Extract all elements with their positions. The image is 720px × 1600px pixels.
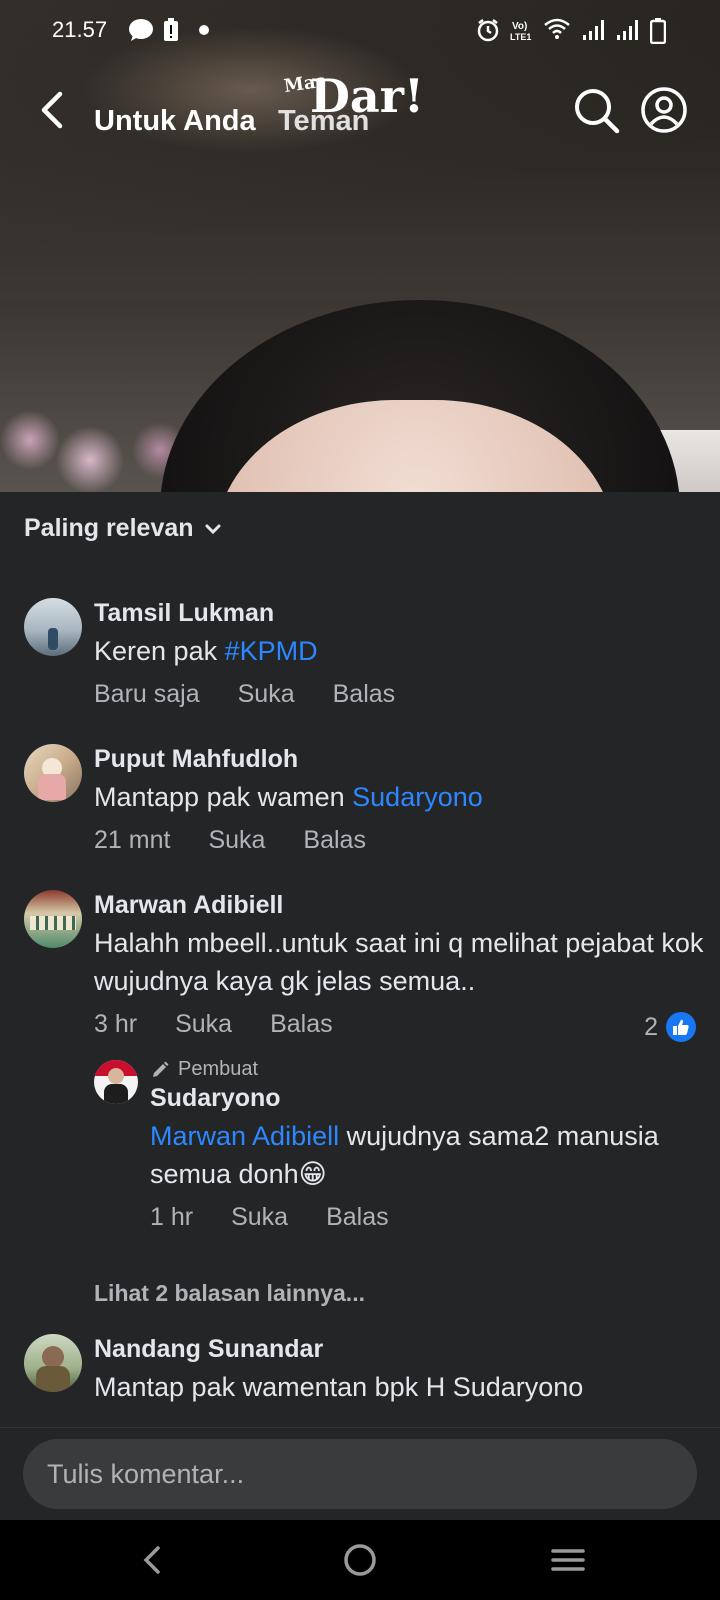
avatar[interactable] — [24, 1334, 82, 1392]
comment-meta: 1 hr Suka Balas — [150, 1203, 700, 1232]
hashtag-link[interactable]: #KPMD — [225, 636, 318, 666]
avatar[interactable] — [24, 744, 82, 802]
recents-nav-icon[interactable] — [548, 1540, 588, 1580]
comment-meta: 3 hr Suka Balas — [94, 1010, 704, 1039]
reaction-count[interactable]: 2 — [644, 1012, 696, 1042]
like-button[interactable]: Suka — [231, 1203, 288, 1232]
comment-time: 1 hr — [150, 1203, 194, 1231]
comment-text: Mantap pak wamentan bpk H Sudaryono — [94, 1372, 584, 1402]
status-time: 21.57 — [52, 17, 108, 42]
sort-label: Paling relevan — [24, 514, 194, 542]
avatar[interactable] — [24, 890, 82, 948]
masdar-watermark-logo: Mas Dar! — [283, 69, 425, 123]
search-button[interactable] — [572, 86, 622, 136]
volte-icon: Vo) LTE1 — [510, 21, 531, 42]
avatar[interactable] — [24, 598, 82, 656]
mention-link[interactable]: Sudaryono — [352, 782, 483, 812]
dot-icon — [199, 25, 209, 35]
like-reaction-icon — [666, 1012, 696, 1042]
reaction-number: 2 — [644, 1012, 658, 1041]
comment-input[interactable] — [23, 1439, 697, 1509]
battery-saver-icon — [164, 18, 178, 41]
system-nav-bar — [0, 1520, 720, 1600]
back-button[interactable] — [34, 88, 74, 132]
comment-author[interactable]: Tamsil Lukman — [94, 598, 704, 628]
like-button[interactable]: Suka — [175, 1010, 232, 1039]
comment-text-body: Mantapp pak wamen — [94, 782, 353, 812]
comment-text-body: Keren pak — [94, 636, 225, 666]
comment-author[interactable]: Puput Mahfudloh — [94, 744, 704, 774]
pencil-icon — [153, 1061, 169, 1077]
like-button[interactable]: Suka — [238, 680, 295, 709]
comment-time: Baru saja — [94, 680, 200, 708]
comment-meta: 21 mnt Suka Balas — [94, 826, 704, 855]
profile-button[interactable] — [640, 86, 688, 134]
message-icon — [129, 19, 153, 41]
reply-button[interactable]: Balas — [333, 680, 396, 709]
comment-text: Marwan Adibiell wujudnya sama2 manusia s… — [150, 1117, 700, 1193]
reply-button[interactable]: Balas — [303, 826, 366, 855]
comment-text: Keren pak #KPMD — [94, 632, 704, 670]
like-button[interactable]: Suka — [208, 826, 265, 855]
svg-text:Dar!: Dar! — [310, 69, 424, 123]
status-bar: 21.57 Vo) LTE1 — [0, 0, 720, 60]
comment-text: Mantapp pak wamen Sudaryono — [94, 778, 704, 816]
comment-time: 3 hr — [94, 1010, 138, 1038]
comment-time: 21 mnt — [94, 826, 171, 854]
grin-emoji: 😁 — [298, 1159, 327, 1189]
svg-text:Vo): Vo) — [512, 21, 527, 32]
comment-author[interactable]: Nandang Sunandar — [94, 1334, 704, 1364]
avatar[interactable] — [94, 1060, 138, 1104]
author-badge: Pembuat — [150, 1058, 700, 1081]
alarm-icon — [477, 19, 499, 42]
signal-icon-2 — [617, 20, 638, 40]
see-more-replies-link[interactable]: Lihat 2 balasan lainnya... — [94, 1280, 365, 1307]
battery-icon — [650, 18, 666, 44]
tab-untuk-anda[interactable]: Untuk Anda — [94, 105, 256, 138]
home-nav-icon[interactable] — [340, 1540, 380, 1580]
wifi-icon — [544, 18, 570, 39]
mention-link[interactable]: Marwan Adibiell — [150, 1121, 339, 1151]
chevron-down-icon — [205, 524, 221, 534]
back-nav-icon[interactable] — [132, 1540, 172, 1580]
comment-author[interactable]: Marwan Adibiell — [94, 890, 704, 920]
comment-text: Halahh mbeell..untuk saat ini q melihat … — [94, 928, 704, 996]
reply-button[interactable]: Balas — [326, 1203, 389, 1232]
author-badge-label: Pembuat — [178, 1058, 259, 1080]
comment-input-area — [0, 1427, 720, 1521]
svg-text:LTE1: LTE1 — [510, 32, 531, 42]
signal-icon — [583, 20, 604, 40]
comment-author[interactable]: Sudaryono — [150, 1083, 700, 1113]
comments-panel: Paling relevan Tamsil Lukman Keren pak #… — [0, 492, 720, 1427]
reply-button[interactable]: Balas — [270, 1010, 333, 1039]
sort-dropdown[interactable]: Paling relevan — [24, 514, 222, 543]
comment-meta: Baru saja Suka Balas — [94, 680, 704, 709]
